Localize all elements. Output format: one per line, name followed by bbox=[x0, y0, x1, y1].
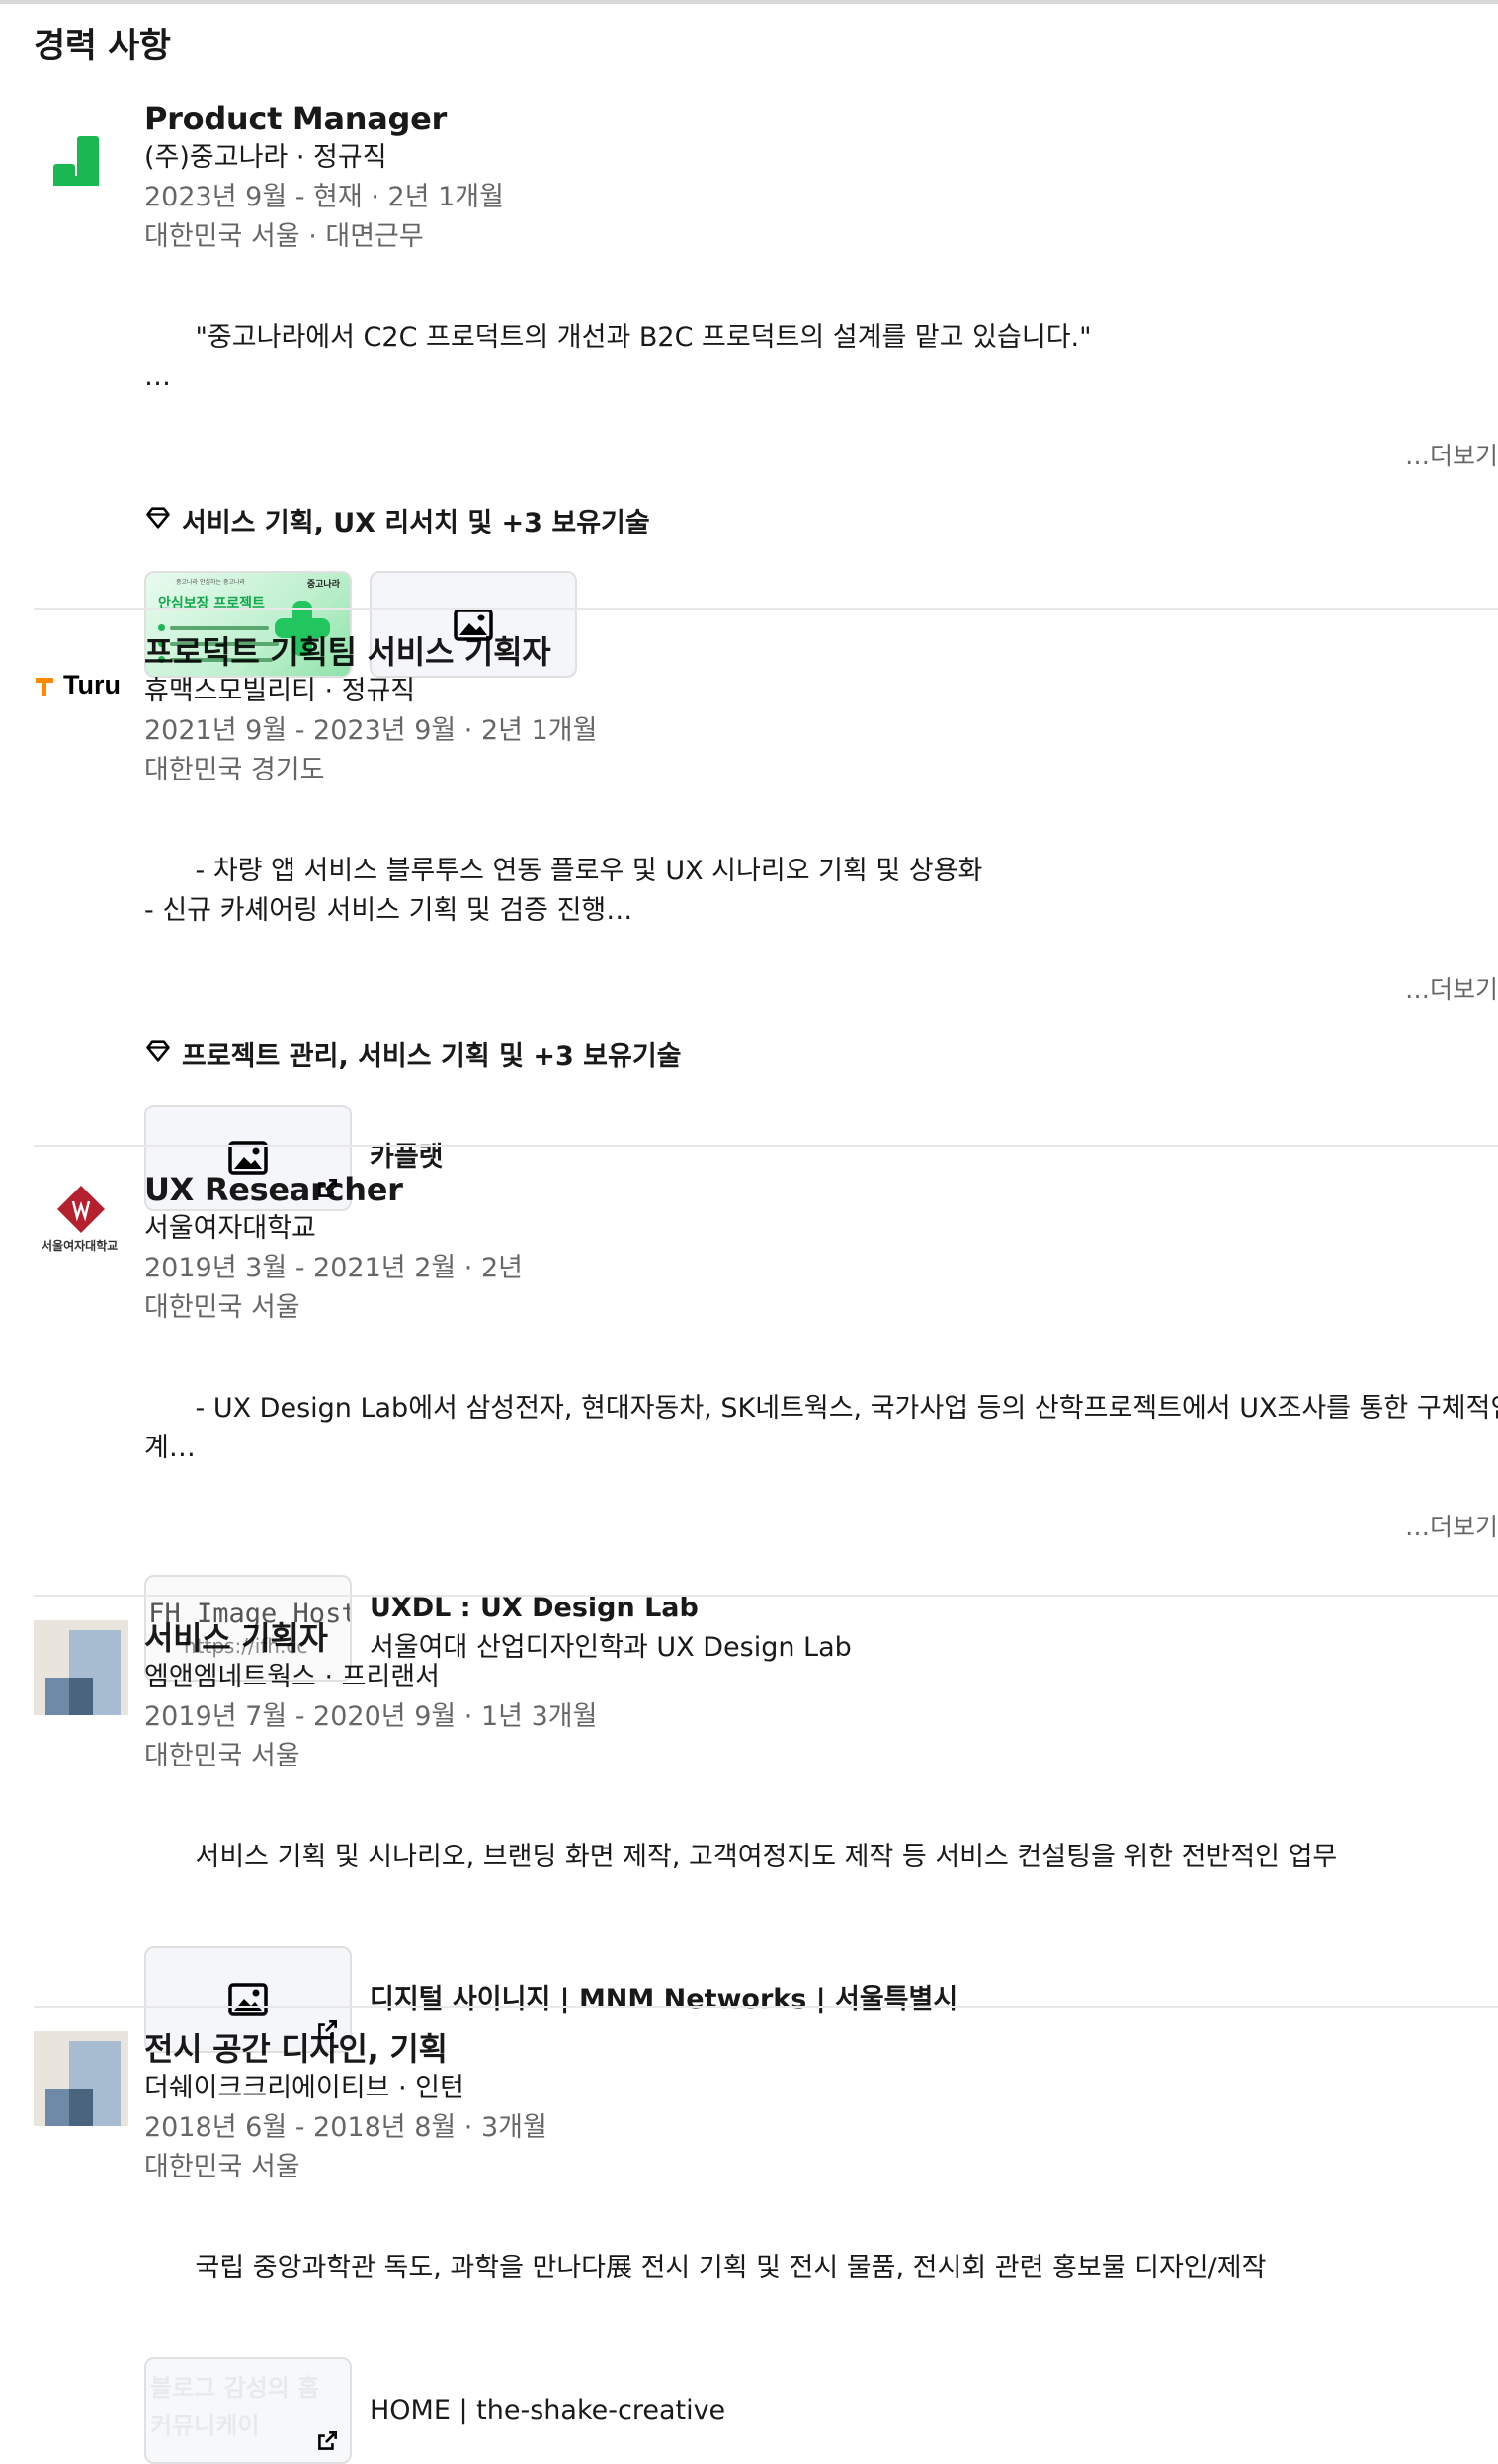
divider bbox=[34, 2006, 1498, 2008]
see-more-button[interactable]: …더보기 bbox=[1400, 437, 1498, 476]
experience-content: 서비스 기획자 엠앤엠네트웍스 · 프리랜서 2019년 7월 - 2020년 … bbox=[144, 1618, 1498, 2053]
company-logo[interactable]: Turu bbox=[34, 640, 142, 719]
date-range: 2021년 9월 - 2023년 9월 · 2년 1개월 bbox=[144, 715, 598, 746]
company-logo[interactable]: 서울여자대학교 bbox=[34, 1180, 128, 1274]
skills-row[interactable]: 프로젝트 관리, 서비스 기획 및 +3 보유기술 bbox=[144, 1037, 1498, 1077]
card-title: 안심보장 프로젝트 bbox=[158, 596, 265, 612]
experience-content: UX Researcher 서울여자대학교 2019년 3월 - 2021년 2… bbox=[144, 1170, 1498, 1682]
media-title: HOME | the-shake-creative bbox=[370, 2395, 726, 2425]
experience-content: 프로덕트 기획팀 서비스 기획자 휴맥스모빌리티 · 정규직 2021년 9월 … bbox=[144, 632, 1498, 1211]
company-logo[interactable] bbox=[34, 117, 128, 211]
swu-logo-text: 서울여자대학교 bbox=[42, 1239, 119, 1253]
location: 대한민국 서울 bbox=[144, 1741, 300, 1771]
location: 대한민국 경기도 bbox=[144, 755, 325, 785]
description: 서비스 기획 및 시나리오, 브랜딩 화면 제작, 고객여정지도 제작 등 서비… bbox=[144, 1798, 1498, 1917]
description: 국립 중앙과학관 독도, 과학을 만나다展 전시 기획 및 전시 물품, 전시회… bbox=[144, 2209, 1498, 2328]
date-range: 2019년 3월 - 2021년 2월 · 2년 bbox=[144, 1253, 523, 1283]
diamond-icon bbox=[144, 504, 172, 543]
job-title[interactable]: Product Manager bbox=[144, 99, 1498, 138]
placeholder-logo-icon bbox=[34, 2031, 128, 2126]
turu-logo-text: Turu bbox=[63, 670, 121, 699]
date-range: 2023년 9월 - 현재 · 2년 1개월 bbox=[144, 182, 504, 212]
media-link[interactable]: HOME | the-shake-creative bbox=[370, 2391, 725, 2430]
company-name: 서울여자대학교 bbox=[144, 1213, 316, 1244]
description-text: - 차량 앱 서비스 블루투스 연동 플로우 및 UX 시나리오 기획 및 상용… bbox=[144, 856, 983, 926]
media-thumbnail[interactable]: 블로그 감성의 홈 커뮤니케이 bbox=[144, 2357, 352, 2464]
company-logo[interactable] bbox=[34, 2031, 128, 2126]
company-name: (주)중고나라 · 정규직 bbox=[144, 142, 387, 173]
skills-text: 서비스 기획, UX 리서치 및 +3 보유기술 bbox=[182, 508, 650, 538]
diamond-icon bbox=[144, 1037, 172, 1077]
media-link[interactable]: 디지털 사이니지 | MNM Networks | 서울특별시 bbox=[370, 1980, 957, 2019]
description-text: - UX Design Lab에서 삼성전자, 현대자동차, SK네트웍스, 국… bbox=[144, 1393, 1498, 1463]
description-text: 서비스 기획 및 시나리오, 브랜딩 화면 제작, 고객여정지도 제작 등 서비… bbox=[195, 1842, 1338, 1872]
skills-row[interactable]: 서비스 기획, UX 리서치 및 +3 보유기술 bbox=[144, 504, 1498, 543]
joongna-logo-icon bbox=[53, 136, 99, 186]
description: - UX Design Lab에서 삼성전자, 현대자동차, SK네트웍스, 국… bbox=[144, 1350, 1498, 1547]
see-more-button[interactable]: …더보기 bbox=[1400, 970, 1498, 1010]
section-title: 경력 사항 bbox=[34, 27, 171, 66]
external-link-icon bbox=[314, 2428, 340, 2454]
location: 대한민국 서울 bbox=[144, 1292, 300, 1323]
description-text: "중고나라에서 C2C 프로덕트의 개선과 B2C 프로덕트의 설계를 맡고 있… bbox=[144, 322, 1092, 392]
skills-text: 프로젝트 관리, 서비스 기획 및 +3 보유기술 bbox=[182, 1041, 682, 1072]
card-line bbox=[170, 626, 269, 630]
job-title[interactable]: UX Researcher bbox=[144, 1170, 1498, 1209]
swu-logo-icon bbox=[57, 1186, 105, 1233]
media-title: 디지털 사이니지 | MNM Networks | 서울특별시 bbox=[370, 1984, 958, 2014]
location: 대한민국 서울 · 대면근무 bbox=[144, 221, 424, 252]
media-row: 블로그 감성의 홈 커뮤니케이 HOME | the-shake-creativ… bbox=[144, 2357, 1498, 2464]
top-border bbox=[0, 0, 1498, 4]
bullet-dot bbox=[158, 624, 165, 631]
card-subtitle: 중고나라 안심하는 중고나라 bbox=[176, 579, 246, 586]
image-icon bbox=[228, 1983, 268, 2016]
date-range: 2019년 7월 - 2020년 9월 · 1년 3개월 bbox=[144, 1701, 598, 1732]
placeholder-logo-icon bbox=[34, 1620, 128, 1715]
experience-content: Product Manager (주)중고나라 · 정규직 2023년 9월 -… bbox=[144, 99, 1498, 678]
description: - 차량 앱 서비스 블루투스 연동 플로우 및 UX 시나리오 기획 및 상용… bbox=[144, 812, 1498, 1010]
divider bbox=[34, 1145, 1498, 1147]
divider bbox=[34, 608, 1498, 610]
date-range: 2018년 6월 - 2018년 8월 · 3개월 bbox=[144, 2112, 547, 2143]
job-title[interactable]: 프로덕트 기획팀 서비스 기획자 bbox=[144, 632, 1498, 672]
job-title[interactable]: 전시 공간 디자인, 기획 bbox=[144, 2029, 1498, 2069]
company-logo[interactable] bbox=[34, 1620, 128, 1715]
description-text: 국립 중앙과학관 독도, 과학을 만나다展 전시 기획 및 전시 물품, 전시회… bbox=[195, 2253, 1267, 2283]
location: 대한민국 서울 bbox=[144, 2152, 300, 2182]
see-more-button[interactable]: …더보기 bbox=[1400, 1508, 1498, 1547]
company-name: 휴맥스모빌리티 · 정규직 bbox=[144, 676, 416, 706]
job-title[interactable]: 서비스 기획자 bbox=[144, 1618, 1498, 1658]
card-brand: 중고나라 bbox=[306, 580, 340, 590]
company-name: 엠앤엠네트웍스 · 프리랜서 bbox=[144, 1662, 440, 1692]
company-name: 더쉐이크크리에이티브 · 인턴 bbox=[144, 2073, 464, 2103]
description: "중고나라에서 C2C 프로덕트의 개선과 B2C 프로덕트의 설계를 맡고 있… bbox=[144, 279, 1498, 476]
experience-content: 전시 공간 디자인, 기획 더쉐이크크리에이티브 · 인턴 2018년 6월 -… bbox=[144, 2029, 1498, 2464]
divider bbox=[34, 1595, 1498, 1597]
